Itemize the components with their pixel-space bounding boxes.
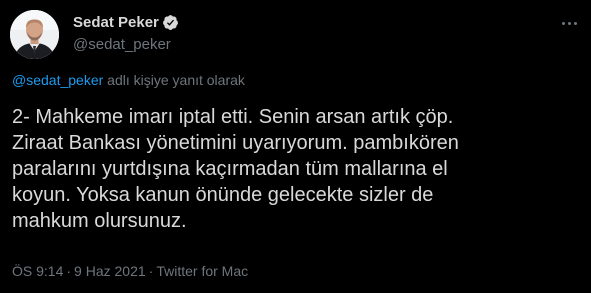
tweet: Sedat Peker @sedat_peker @sedat_peker ad… <box>0 0 591 293</box>
author-name-row[interactable]: Sedat Peker <box>73 13 179 32</box>
tweet-source[interactable]: Twitter for Mac <box>156 263 248 279</box>
avatar[interactable] <box>10 10 59 59</box>
author-display-name[interactable]: Sedat Peker <box>73 13 159 32</box>
reply-context: @sedat_peker adlı kişiye yanıt olarak <box>12 71 245 89</box>
meta-separator: · <box>148 263 154 279</box>
profile-photo-icon <box>10 10 59 59</box>
tweet-text: 2- Mahkeme imarı iptal etti. Senin arsan… <box>12 104 587 234</box>
more-options-button[interactable] <box>558 14 580 32</box>
reply-context-suffix: adlı kişiye yanıt olarak <box>103 72 245 88</box>
tweet-date[interactable]: 9 Haz 2021 <box>74 263 146 279</box>
meta-separator: · <box>66 263 72 279</box>
author-handle[interactable]: @sedat_peker <box>73 35 171 54</box>
reply-mention-link[interactable]: @sedat_peker <box>12 72 103 88</box>
tweet-meta: ÖS 9:14 · 9 Haz 2021 · Twitter for Mac <box>12 262 248 280</box>
tweet-text-line: paralarını yurtdışına kaçırmadan tüm mal… <box>12 158 448 180</box>
tweet-text-line: koyun. Yoksa kanun önünde gelecekte sizl… <box>12 184 434 206</box>
tweet-text-line: 2- Mahkeme imarı iptal etti. Senin arsan… <box>12 106 454 128</box>
verified-badge-icon <box>162 14 179 31</box>
more-horizontal-icon <box>560 21 578 25</box>
tweet-text-line: Ziraat Bankası yönetimini uyarıyorum. pa… <box>12 132 459 154</box>
tweet-text-line: mahkum olursunuz. <box>12 210 187 232</box>
tweet-time[interactable]: ÖS 9:14 <box>12 263 63 279</box>
